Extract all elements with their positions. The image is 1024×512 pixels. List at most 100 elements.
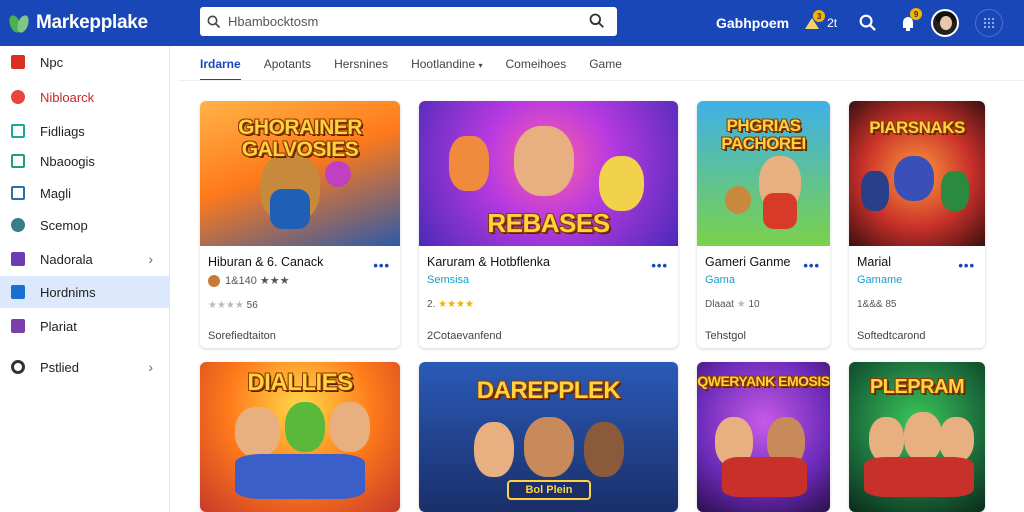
card-subtitle: Gama	[705, 274, 735, 286]
thumbnail-title: QWERYANK EMOSIS	[697, 373, 830, 389]
card-meta: Sorefiedtaiton	[208, 330, 276, 342]
rating-label: 2.	[427, 299, 436, 310]
sidebar-item-scemop[interactable]: Scemop	[0, 209, 169, 241]
sidebar-item-label: Scemop	[40, 217, 88, 233]
thumbnail-title: DIALLIES	[247, 369, 353, 396]
game-card[interactable]: DAREPPLEK Bol Plein	[419, 362, 678, 512]
sidebar-item-hordnims[interactable]: Hordnims	[0, 276, 169, 308]
edit-icon	[11, 124, 25, 138]
game-thumbnail: REBASES	[419, 101, 678, 246]
more-options-icon[interactable]: •••	[373, 258, 390, 273]
card-rating: 2. ★★★★	[427, 299, 474, 310]
sidebar-item-label: Hordnims	[40, 284, 96, 300]
game-card[interactable]: DIALLIES	[200, 362, 400, 512]
card-title: Hiburan & 6. Canack	[208, 255, 324, 269]
notification-badge: 3	[813, 10, 826, 22]
category-tabs: Irdarne Apotants Hersnines Hootlandine ▾…	[200, 46, 645, 81]
game-card[interactable]: QWERYANK EMOSIS	[697, 362, 830, 512]
card-title: Karuram & Hotbflenka	[427, 255, 550, 269]
image-icon	[11, 285, 25, 299]
sidebar-item-label: Npc	[40, 54, 64, 70]
bell-icon[interactable]: 9	[899, 8, 923, 32]
rating-label: 1&140	[225, 274, 257, 287]
puzzle-icon	[11, 252, 25, 266]
more-options-icon[interactable]: •••	[803, 258, 820, 273]
flower-icon	[11, 90, 25, 104]
sidebar-item-nadorala[interactable]: Nadorala ›	[0, 243, 169, 275]
tab-apotants[interactable]: Apotants	[264, 57, 311, 81]
publisher-avatar	[208, 274, 220, 287]
card-rating: ★★★★ 56	[208, 300, 258, 311]
thumbnail-title: REBASES	[487, 208, 610, 238]
logo[interactable]: Markepplake	[8, 12, 188, 34]
thumbnail-title: PLEPRAM	[869, 376, 965, 398]
avatar[interactable]	[931, 9, 960, 37]
card-meta: Tehstgol	[705, 330, 746, 342]
sidebar-item-label: Nibloarck	[40, 89, 95, 105]
chevron-right-icon: ›	[148, 359, 153, 375]
game-thumbnail: QWERYANK EMOSIS	[697, 362, 830, 512]
game-thumbnail: PHGRIAS PACHOREI	[697, 101, 830, 246]
square-icon	[11, 55, 25, 69]
more-options-icon[interactable]: •••	[651, 258, 668, 273]
search-submit-icon[interactable]	[589, 13, 605, 34]
game-thumbnail: DIALLIES	[200, 362, 400, 512]
rating-count: 10	[748, 299, 760, 310]
game-thumbnail: PIARSNAKS	[849, 101, 985, 246]
sidebar-item-magli[interactable]: Magli	[0, 177, 169, 209]
tab-irdarne[interactable]: Irdarne	[200, 57, 241, 81]
card-subtitle: 1&140 ★★ ★	[208, 274, 392, 287]
play-icon	[11, 319, 25, 333]
card-meta: 2Cotaevanfend	[427, 330, 502, 342]
sidebar-item-npc[interactable]: Npc	[0, 46, 169, 78]
sidebar-item-label: Nadorala	[40, 251, 93, 267]
search-bar[interactable]	[200, 7, 617, 36]
chevron-right-icon: ›	[148, 251, 153, 267]
rating-label: 1&&&	[857, 299, 883, 310]
logo-icon	[8, 12, 30, 34]
bell-badge: 9	[910, 8, 923, 20]
sidebar-item-plariat[interactable]: Plariat	[0, 310, 169, 342]
game-card[interactable]: PIARSNAKS Marial ••• Gamame 1&&& 85 Soft…	[849, 101, 985, 348]
game-card[interactable]: REBASES Karuram & Hotbflenka ••• Semsisa…	[419, 101, 678, 348]
sidebar-item-label: Fidliags	[40, 123, 85, 139]
thumbnail-title: PHGRIAS PACHOREI	[721, 116, 806, 153]
page-icon	[11, 154, 25, 168]
sidebar-item-nbaoogis[interactable]: Nbaoogis	[0, 145, 169, 177]
sidebar-item-label: Pstlied	[40, 359, 80, 375]
sidebar-item-pstlied[interactable]: Pstlied ›	[0, 351, 169, 383]
thumbnail-title: GHORAINER GALVOSIES	[238, 116, 362, 161]
more-options-icon[interactable]: •••	[958, 258, 975, 273]
apps-grid-icon[interactable]	[975, 9, 1004, 37]
tab-game[interactable]: Game	[589, 57, 622, 81]
sidebar-item-fidliags[interactable]: Fidliags	[0, 115, 169, 147]
username[interactable]: Gabhpoem	[716, 15, 789, 31]
game-card[interactable]: PLEPRAM	[849, 362, 985, 512]
game-thumbnail: GHORAINER GALVOSIES	[200, 101, 400, 246]
tabs-divider	[178, 80, 1024, 81]
sidebar-item-nibloarck[interactable]: Nibloarck	[0, 81, 169, 113]
star-icon: ★	[279, 275, 290, 287]
thumbnail-title: DAREPPLEK	[476, 377, 621, 404]
rating-label: Dlaaat	[705, 299, 734, 310]
record-icon	[11, 360, 25, 374]
tab-comeihoes[interactable]: Comeihoes	[506, 57, 567, 81]
thumbnail-title: PIARSNAKS	[869, 118, 965, 137]
logo-text: Markepplake	[36, 12, 148, 33]
card-subtitle: Semsisa	[427, 274, 470, 286]
game-card[interactable]: GHORAINER GALVOSIES Hiburan & 6. Canack …	[200, 101, 400, 348]
sidebar: Npc Nibloarck Fidliags Nbaoogis Magli Sc…	[0, 46, 170, 512]
search-icon	[200, 15, 228, 29]
game-card[interactable]: PHGRIAS PACHOREI Gameri Ganme ••• Gama D…	[697, 101, 830, 348]
search-header-icon[interactable]	[859, 14, 877, 32]
tab-hootlandine[interactable]: Hootlandine ▾	[411, 57, 482, 81]
notifications[interactable]: 3 2t	[803, 10, 837, 31]
card-meta: Softedtcarond	[857, 330, 926, 342]
sidebar-item-label: Plariat	[40, 318, 77, 334]
card-body: Gameri Ganme ••• Gama Dlaaat ★ 10 Tehstg…	[697, 246, 830, 348]
header-actions: Gabhpoem 3 2t 9	[716, 0, 1004, 46]
game-thumbnail: PLEPRAM	[849, 362, 985, 512]
search-input[interactable]	[228, 14, 578, 29]
tab-hersnines[interactable]: Hersnines	[334, 57, 388, 81]
thumbnail-caption: Bol Plein	[507, 480, 591, 500]
